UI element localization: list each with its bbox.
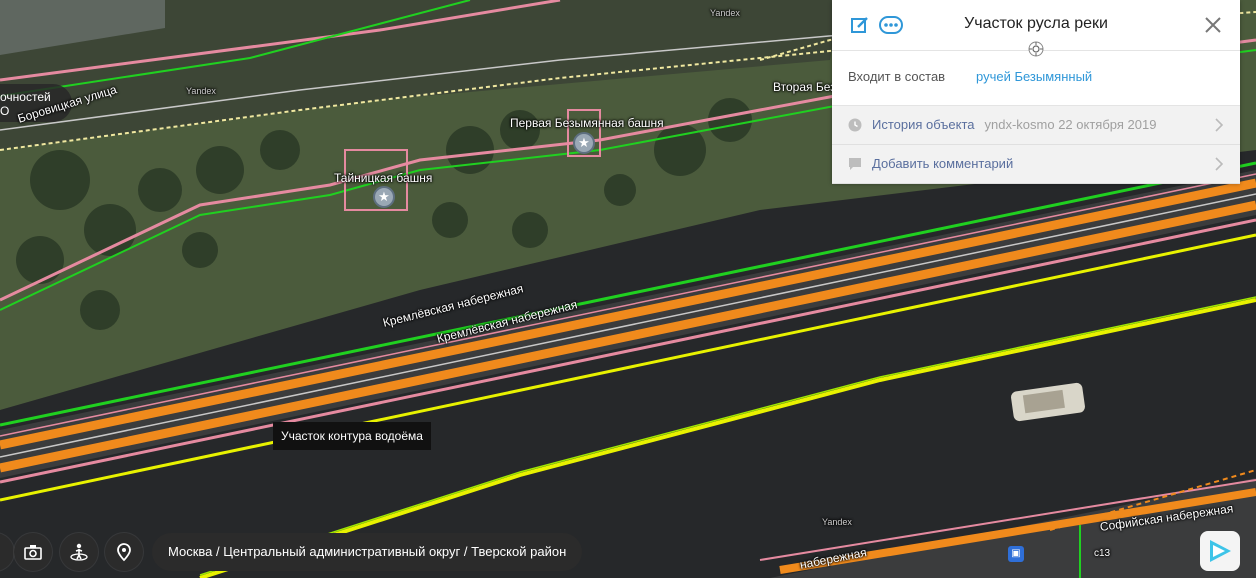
- panel-header: Участок русла реки: [832, 0, 1240, 57]
- chevron-right-icon: [1214, 156, 1224, 177]
- poi-label-first-tower[interactable]: Первая Безымянная башня: [510, 116, 664, 130]
- star-poi-icon[interactable]: ★: [373, 186, 395, 208]
- add-comment-label: Добавить комментарий: [872, 156, 1014, 171]
- play-button[interactable]: [1200, 531, 1240, 571]
- pin-icon: [117, 543, 131, 562]
- camera-icon: [24, 545, 42, 560]
- panel-title: Участок русла реки: [964, 15, 1108, 32]
- comment-icon: [848, 157, 862, 176]
- close-icon[interactable]: [1204, 16, 1222, 39]
- panorama-button[interactable]: [60, 533, 98, 571]
- star-poi-icon[interactable]: ★: [573, 132, 595, 154]
- part-of-row: Входит в состав ручей Безымянный: [832, 50, 1240, 106]
- yandex-watermark: Yandex: [710, 8, 740, 18]
- location-breadcrumb[interactable]: Москва / Центральный административный ок…: [152, 533, 583, 571]
- history-label: История объекта: [872, 117, 975, 132]
- chevron-right-icon: [1214, 117, 1224, 138]
- history-row[interactable]: История объекта yndx-kosmo 22 октября 201…: [832, 106, 1240, 145]
- place-pin-button[interactable]: [105, 533, 143, 571]
- object-info-panel: Участок русла реки Входит в состав ручей…: [832, 0, 1240, 184]
- clock-icon: [848, 118, 862, 137]
- building-code-label: с13: [1094, 548, 1111, 559]
- add-comment-row[interactable]: Добавить комментарий: [832, 145, 1240, 184]
- part-of-link[interactable]: ручей Безымянный: [976, 69, 1092, 84]
- part-of-label: Входит в состав: [848, 69, 946, 84]
- poi-label-taynitskaya[interactable]: Тайницкая башня: [334, 171, 432, 185]
- hover-tooltip: Участок контура водоёма: [273, 422, 431, 450]
- panorama-icon: [70, 543, 88, 561]
- yandex-watermark: Yandex: [186, 86, 216, 96]
- bus-stop-icon[interactable]: ▣: [1008, 546, 1024, 562]
- history-meta: yndx-kosmo 22 октября 2019: [984, 117, 1157, 132]
- left-cut-label-line2: О: [0, 104, 10, 118]
- yandex-watermark: Yandex: [822, 517, 852, 527]
- photo-button[interactable]: [14, 533, 52, 571]
- left-cut-label-line1: очностей: [0, 90, 51, 104]
- play-icon: [1210, 540, 1231, 562]
